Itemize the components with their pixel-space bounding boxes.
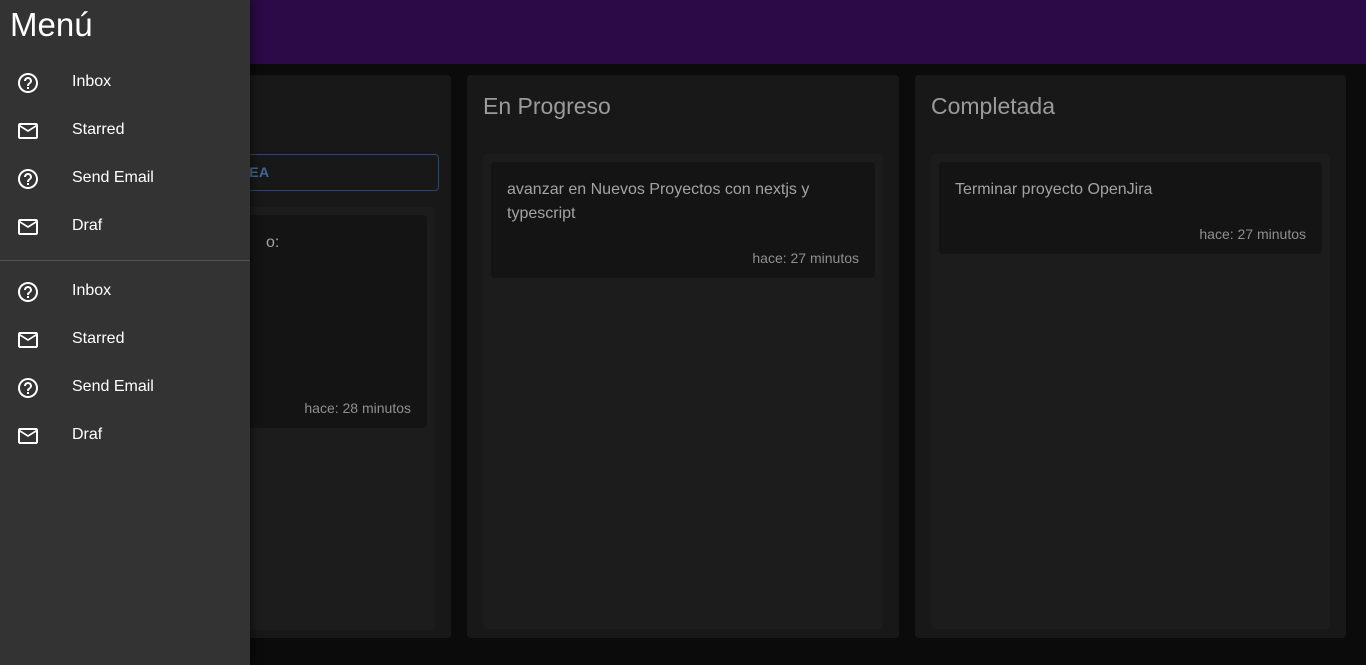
card-list-in-progress: avanzar en Nuevos Proyectos con nextjs y… <box>483 154 883 629</box>
help-circle-icon <box>16 71 40 95</box>
task-card-time: hace: 28 minutos <box>304 400 411 416</box>
task-card-time: hace: 27 minutos <box>1199 226 1306 242</box>
column-title: Completada <box>931 93 1056 119</box>
task-card-text: Terminar proyecto OpenJira <box>955 181 1153 198</box>
task-card-time: hace: 27 minutos <box>752 250 859 266</box>
column-done: Completada Terminar proyecto OpenJira ha… <box>915 75 1346 638</box>
task-card-text: avanzar en Nuevos Proyectos con nextjs y… <box>507 181 810 222</box>
help-circle-icon <box>16 376 40 400</box>
side-drawer: Menú Inbox Starred Send Email Draf Inbox <box>0 0 250 665</box>
drawer-item-label: Send Email <box>72 169 154 186</box>
drawer-item-label: Starred <box>72 330 125 347</box>
column-title: En Progreso <box>483 93 611 119</box>
task-card[interactable]: Terminar proyecto OpenJira hace: 27 minu… <box>939 162 1322 254</box>
drawer-item-starred[interactable]: Starred <box>0 107 250 155</box>
mail-icon <box>16 119 40 143</box>
drawer-item-label: Inbox <box>72 73 112 90</box>
task-card[interactable]: avanzar en Nuevos Proyectos con nextjs y… <box>491 162 875 278</box>
column-in-progress: En Progreso avanzar en Nuevos Proyectos … <box>467 75 899 638</box>
mail-icon <box>16 424 40 448</box>
drawer-item-label: Draf <box>72 217 103 234</box>
card-list-done: Terminar proyecto OpenJira hace: 27 minu… <box>931 154 1330 629</box>
drawer-item-label: Send Email <box>72 378 154 395</box>
help-circle-icon <box>16 280 40 304</box>
mail-icon <box>16 328 40 352</box>
task-card-text: o: <box>266 234 280 251</box>
drawer-item-inbox[interactable]: Inbox <box>0 59 250 107</box>
drawer-item-draf[interactable]: Draf <box>0 203 250 251</box>
drawer-item-inbox[interactable]: Inbox <box>0 268 250 316</box>
drawer-item-starred[interactable]: Starred <box>0 316 250 364</box>
drawer-item-label: Starred <box>72 121 125 138</box>
drawer-item-send-email[interactable]: Send Email <box>0 155 250 203</box>
drawer-item-send-email[interactable]: Send Email <box>0 364 250 412</box>
drawer-item-label: Draf <box>72 426 103 443</box>
drawer-item-draf[interactable]: Draf <box>0 412 250 460</box>
help-circle-icon <box>16 167 40 191</box>
drawer-divider <box>0 260 250 261</box>
drawer-item-label: Inbox <box>72 282 112 299</box>
mail-icon <box>16 215 40 239</box>
drawer-title: Menú <box>10 6 93 43</box>
